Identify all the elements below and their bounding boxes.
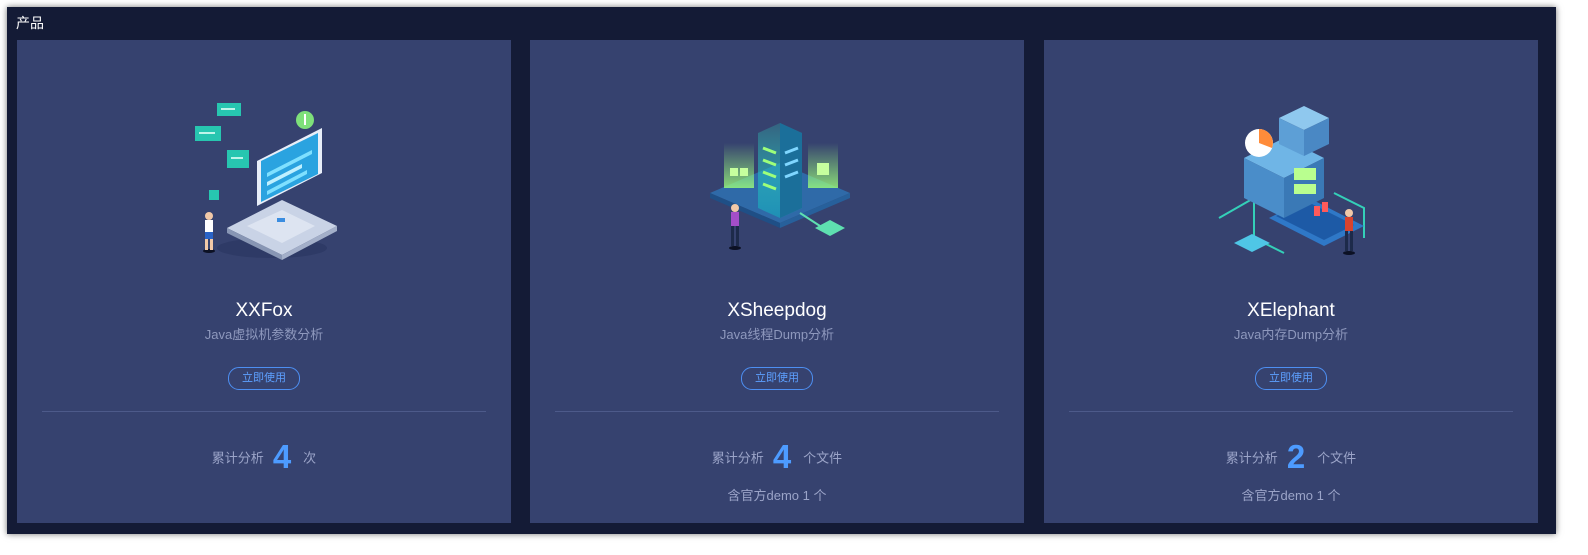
product-description: Java虚拟机参数分析 (204, 327, 324, 342)
divider (1069, 411, 1513, 412)
analysis-stats: 累计分析 4 个文件 (530, 438, 1024, 476)
stat-label: 累计分析 (711, 450, 764, 466)
product-card-xsheepdog: XSheepdog Java线程Dump分析 立即使用 累计分析 4 个文件 含官方… (530, 40, 1024, 523)
use-now-button[interactable]: 立即使用 (741, 367, 813, 390)
stat-label: 累计分析 (1225, 450, 1278, 466)
divider (42, 411, 486, 412)
memory-blocks-illustration (1218, 106, 1365, 255)
server-tower-illustration (710, 123, 850, 250)
stat-value: 4 (272, 438, 292, 475)
product-description: Java内存Dump分析 (1233, 327, 1349, 342)
demo-note: 含官方demo 1 个 (1241, 488, 1341, 503)
stat-unit: 个文件 (803, 450, 843, 466)
product-name: XElephant (1247, 300, 1335, 321)
stat-unit: 个文件 (1317, 450, 1357, 466)
analysis-stats: 累计分析 2 个文件 (1044, 438, 1538, 476)
use-now-button[interactable]: 立即使用 (228, 367, 300, 390)
products-panel: 产品 XXFox Java虚拟机参数分析 立即使用 累计分析 4 次 XShee… (7, 7, 1556, 534)
product-name: XXFox (235, 300, 293, 321)
product-name: XSheepdog (727, 300, 827, 321)
stat-unit: 次 (303, 450, 317, 466)
product-card-xelephant: XElephant Java内存Dump分析 立即使用 累计分析 2 个文件 含官方… (1044, 40, 1538, 523)
use-now-button[interactable]: 立即使用 (1255, 367, 1327, 390)
stat-label: 累计分析 (211, 450, 264, 466)
section-title: 产品 (16, 15, 44, 31)
analysis-stats: 累计分析 4 次 (17, 438, 511, 476)
divider (555, 411, 999, 412)
stat-value: 2 (1286, 438, 1306, 475)
product-card-xxfox: XXFox Java虚拟机参数分析 立即使用 累计分析 4 次 (17, 40, 511, 523)
demo-note: 含官方demo 1 个 (727, 488, 827, 503)
laptop-chat-illustration (195, 103, 337, 260)
product-description: Java线程Dump分析 (719, 327, 835, 342)
stat-value: 4 (772, 438, 792, 475)
